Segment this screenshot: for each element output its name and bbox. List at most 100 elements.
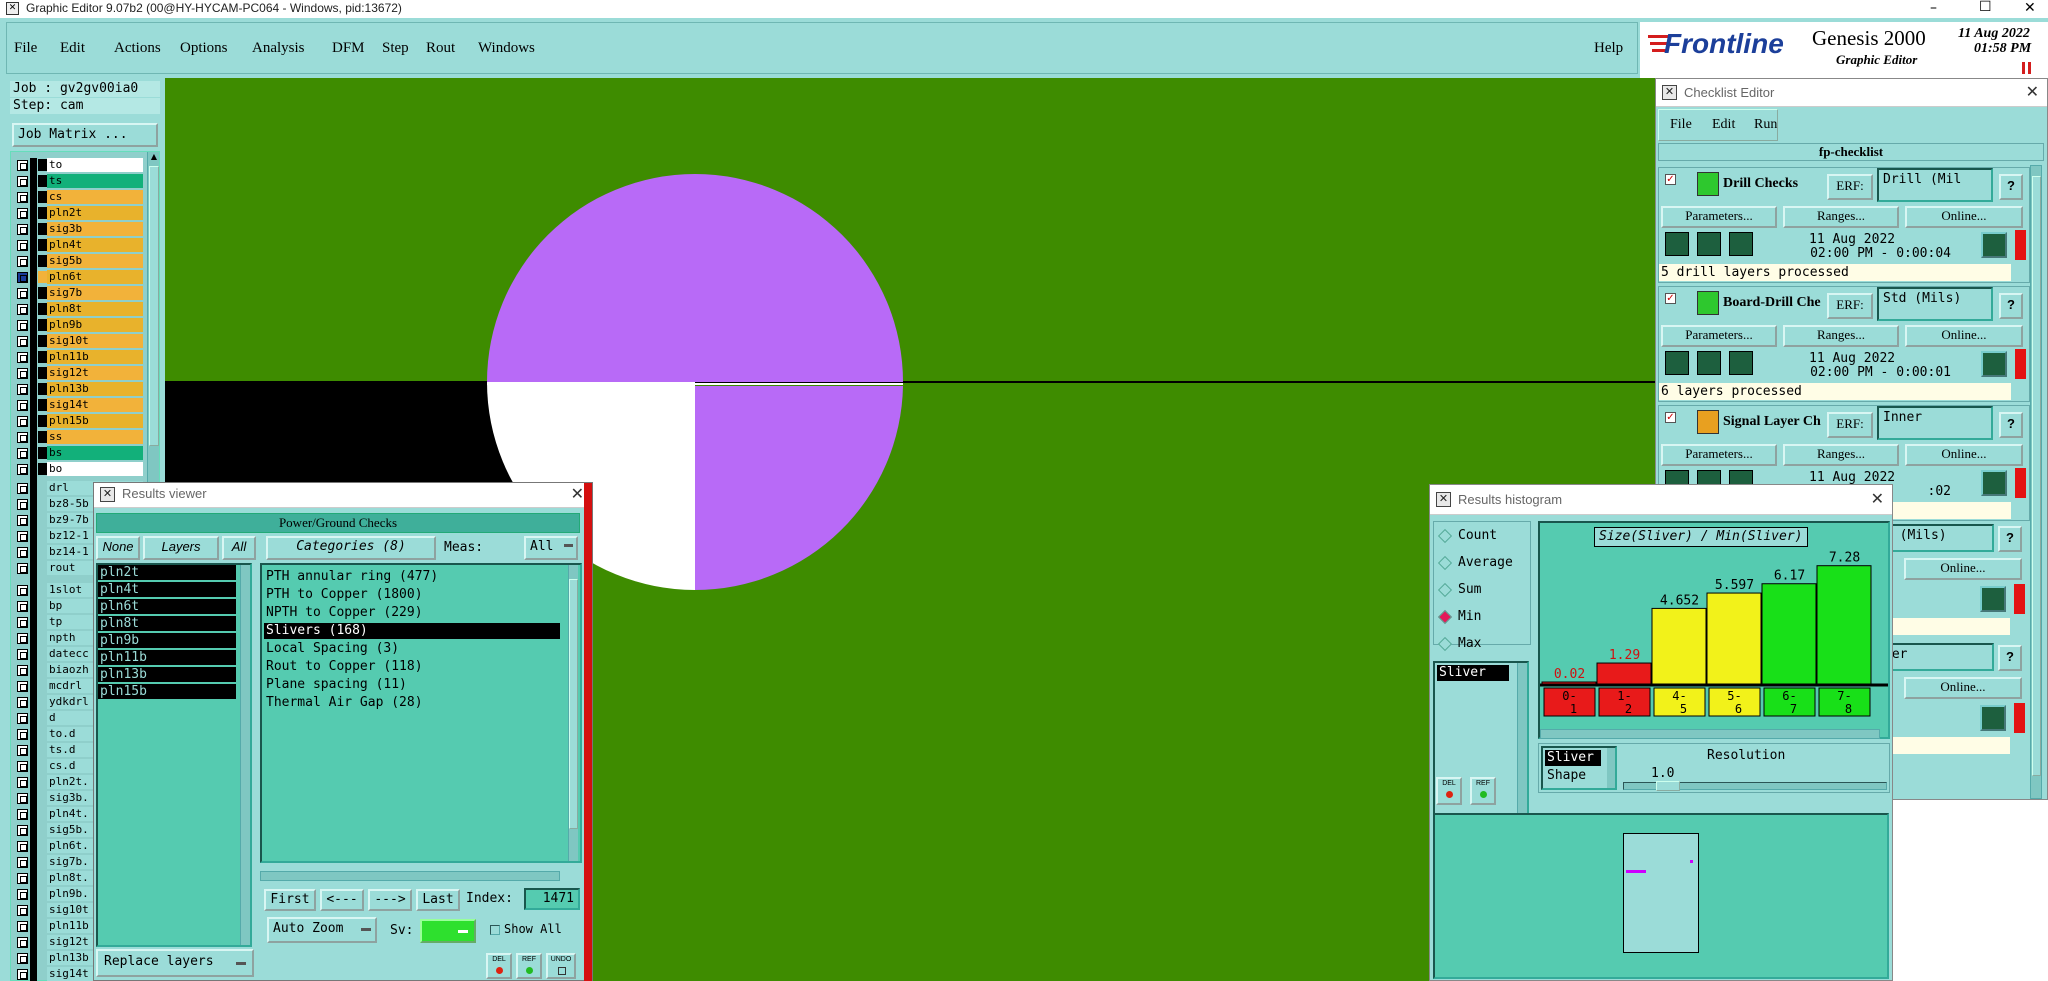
erf-value[interactable]: Drill (Mil (1877, 168, 1993, 202)
layer-checkbox[interactable] (17, 384, 28, 395)
category-item[interactable]: Rout to Copper (118) (264, 659, 560, 675)
layer-checkbox[interactable] (17, 400, 28, 411)
first-button[interactable]: First (264, 889, 316, 911)
erf-button[interactable]: ERF: (1827, 293, 1873, 319)
results-viewer-close-icon[interactable]: ✕ (571, 484, 584, 504)
layer-checkbox[interactable] (17, 873, 28, 884)
close-button[interactable]: ✕ (2024, 0, 2036, 16)
histogram-hscroll[interactable] (1540, 729, 1880, 739)
online-button[interactable]: Online... (1904, 677, 2022, 699)
layer-row[interactable]: pln4t (11, 238, 151, 253)
erf-button[interactable]: ERF: (1827, 174, 1873, 200)
layer-checkbox[interactable] (17, 240, 28, 251)
menu-rout[interactable]: Rout (426, 40, 455, 57)
layer-checkbox[interactable] (17, 937, 28, 948)
layer-checkbox[interactable] (17, 905, 28, 916)
layer-checkbox[interactable] (17, 515, 28, 526)
layer-row[interactable]: cs (11, 190, 151, 205)
categories-list[interactable]: PTH annular ring (477) PTH to Copper (180… (260, 563, 582, 863)
undo-button[interactable]: UNDO (546, 953, 576, 979)
layer-checkbox[interactable] (17, 499, 28, 510)
help-button[interactable]: ? (1999, 174, 2023, 200)
layer-checkbox[interactable] (17, 563, 28, 574)
radio-icon[interactable] (1437, 555, 1453, 571)
categories-button[interactable]: Categories (8) (266, 536, 436, 560)
run-icon[interactable] (1697, 232, 1721, 256)
menu-edit[interactable]: Edit (60, 40, 85, 57)
layer-checkbox[interactable] (17, 547, 28, 558)
maximize-button[interactable]: ☐ (1979, 0, 1992, 15)
category-item[interactable]: Plane spacing (11) (264, 677, 560, 693)
layer-checkbox[interactable] (17, 601, 28, 612)
result-layer-item[interactable]: pln9b (98, 633, 236, 648)
online-button[interactable]: Online... (1905, 325, 2023, 347)
check-enable-checkbox[interactable]: ✓ (1665, 293, 1676, 304)
layer-row[interactable]: sig5b (11, 254, 151, 269)
series-item[interactable]: Sliver (1437, 665, 1509, 681)
run-icon[interactable] (1665, 232, 1689, 256)
layer-checkbox[interactable] (17, 304, 28, 315)
layer-checkbox[interactable] (17, 857, 28, 868)
layer-row[interactable]: sig3b (11, 222, 151, 237)
histogram-bar[interactable] (1596, 662, 1652, 685)
result-layer-item[interactable]: pln13b (98, 667, 236, 682)
erf-value[interactable]: Std (Mils) (1877, 287, 1993, 321)
layer-row[interactable]: pln8t (11, 302, 151, 317)
category-item[interactable]: Thermal Air Gap (28) (264, 695, 560, 711)
menu-windows[interactable]: Windows (478, 40, 535, 57)
layer-row[interactable]: pln15b (11, 414, 151, 429)
parameters-button[interactable]: Parameters... (1661, 206, 1777, 228)
ranges-button[interactable]: Ranges... (1783, 325, 1899, 347)
online-button[interactable]: Online... (1905, 444, 2023, 466)
layer-row[interactable]: to (11, 158, 151, 173)
layer-checkbox[interactable] (17, 224, 28, 235)
aggregate-option[interactable]: Count (1437, 528, 1528, 548)
category-item[interactable]: PTH to Copper (1800) (264, 587, 560, 603)
run-icon[interactable] (1697, 351, 1721, 375)
result-layer-item[interactable]: pln11b (98, 650, 236, 665)
radio-selected-icon[interactable] (1437, 609, 1453, 625)
layer-row[interactable]: sig12t (11, 366, 151, 381)
layer-checkbox[interactable] (17, 288, 28, 299)
layer-checkbox[interactable] (17, 793, 28, 804)
minimize-button[interactable]: – (1930, 0, 1937, 16)
online-button[interactable]: Online... (1905, 206, 2023, 228)
layer-checkbox[interactable] (17, 416, 28, 427)
layer-checkbox[interactable] (17, 665, 28, 676)
last-button[interactable]: Last (416, 889, 460, 911)
zoom-results-icon[interactable] (1981, 351, 2007, 377)
layer-checkbox[interactable] (17, 352, 28, 363)
layer-checkbox[interactable] (17, 208, 28, 219)
none-button[interactable]: None (96, 536, 140, 560)
result-layer-item[interactable]: pln4t (98, 582, 236, 597)
layer-checkbox[interactable] (17, 761, 28, 772)
category-item[interactable]: PTH annular ring (477) (264, 569, 560, 585)
next-button[interactable]: ---> (368, 889, 412, 911)
category-item[interactable]: Slivers (168) (264, 623, 560, 639)
layer-checkbox[interactable] (17, 483, 28, 494)
layer-checkbox[interactable] (17, 585, 28, 596)
categories-scrollbar[interactable] (568, 565, 578, 861)
resolution-slider[interactable] (1623, 781, 1887, 791)
layer-checkbox[interactable] (17, 176, 28, 187)
layer-row[interactable]: pln9b (11, 318, 151, 333)
menu-analysis[interactable]: Analysis (252, 40, 305, 57)
aggregate-option[interactable]: Sum (1437, 582, 1528, 602)
layer-row[interactable]: pln11b (11, 350, 151, 365)
hist-del-button[interactable]: DEL (1436, 777, 1462, 805)
result-layer-item[interactable]: pln8t (98, 616, 236, 631)
histogram-bar[interactable] (1816, 565, 1872, 685)
layer-results-scrollbar[interactable] (240, 565, 250, 945)
menu-step[interactable]: Step (382, 40, 409, 57)
layer-checkbox[interactable] (17, 745, 28, 756)
layer-checkbox[interactable] (17, 256, 28, 267)
layer-checkbox[interactable] (17, 889, 28, 900)
hist-ref-button[interactable]: REF (1470, 777, 1496, 805)
help-button[interactable]: ? (1998, 526, 2022, 552)
menu-actions[interactable]: Actions (114, 40, 161, 57)
meas-dropdown[interactable]: All (524, 536, 578, 560)
ranges-button[interactable]: Ranges... (1783, 206, 1899, 228)
category-item[interactable]: NPTH to Copper (229) (264, 605, 560, 621)
radio-icon[interactable] (1437, 582, 1453, 598)
replace-layers-dropdown[interactable]: Replace layers (96, 949, 254, 977)
